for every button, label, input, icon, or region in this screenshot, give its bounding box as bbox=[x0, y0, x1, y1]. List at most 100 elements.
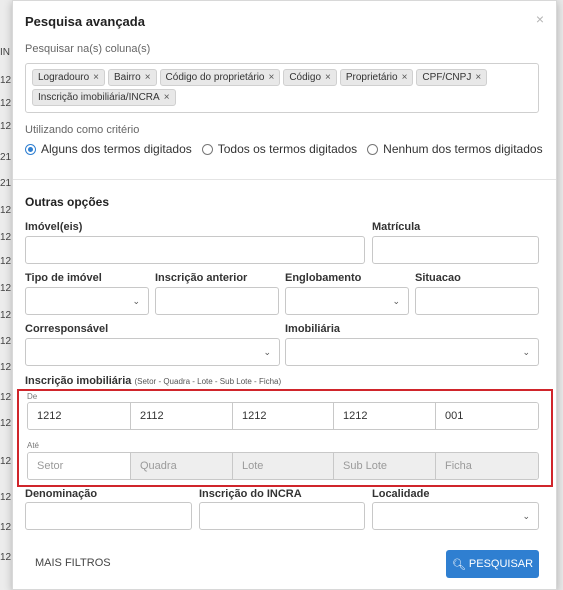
remove-tag-icon[interactable]: × bbox=[93, 72, 99, 83]
localidade-select[interactable]: ⌄ bbox=[372, 502, 539, 530]
background-cell: IN bbox=[0, 47, 10, 58]
column-tag: Inscrição imobiliária/INCRA × bbox=[32, 89, 176, 106]
radio-button[interactable] bbox=[201, 143, 213, 155]
background-cell: 12 bbox=[0, 336, 12, 347]
background-cell: 12 bbox=[0, 418, 12, 429]
inscricao-de-segment[interactable]: 2112 bbox=[131, 403, 233, 429]
inscricao-label: Inscrição imobiliária (Setor - Quadra - … bbox=[25, 375, 281, 387]
radio-button[interactable] bbox=[367, 143, 379, 155]
other-options-title: Outras opções bbox=[25, 195, 110, 209]
chevron-down-icon: ⌄ bbox=[522, 347, 530, 357]
chevron-down-icon: ⌄ bbox=[263, 347, 271, 357]
matricula-label: Matrícula bbox=[372, 221, 421, 233]
section-divider bbox=[13, 179, 556, 180]
column-tag: Código do proprietário × bbox=[159, 69, 281, 86]
criteria-radio-option[interactable]: Alguns dos termos digitados bbox=[25, 142, 192, 156]
criteria-radio-label: Todos os termos digitados bbox=[217, 142, 358, 156]
advanced-search-modal: Pesquisa avançada × Pesquisar na(s) colu… bbox=[12, 0, 557, 590]
de-label: De bbox=[27, 392, 38, 401]
background-cell: 12 bbox=[0, 121, 12, 132]
inscricao-de-segment[interactable]: 1212 bbox=[334, 403, 436, 429]
situacao-input[interactable] bbox=[415, 287, 539, 315]
radio-button[interactable] bbox=[25, 143, 36, 155]
background-cell: 12 bbox=[0, 522, 12, 533]
remove-tag-icon[interactable]: × bbox=[402, 72, 408, 83]
matricula-input[interactable] bbox=[372, 236, 539, 264]
denominacao-input[interactable] bbox=[25, 502, 192, 530]
inscricao-de-segment[interactable]: 1212 bbox=[233, 403, 334, 429]
imobiliaria-select[interactable]: ⌄ bbox=[285, 338, 539, 366]
background-cell: 12 bbox=[0, 283, 12, 294]
remove-tag-icon[interactable]: × bbox=[268, 72, 274, 83]
search-button[interactable]: 🔍︎ PESQUISAR bbox=[446, 550, 539, 578]
column-tag-label: Proprietário bbox=[345, 72, 398, 83]
criteria-radio-option[interactable]: Todos os termos digitados bbox=[201, 142, 358, 156]
background-cell: 21 bbox=[0, 178, 12, 189]
inscricao-ate-segment[interactable]: Setor bbox=[28, 453, 131, 479]
ate-label: Até bbox=[27, 441, 40, 450]
inscricao-de-row: 1212 2112 1212 1212 001 bbox=[27, 402, 539, 430]
englobamento-label: Englobamento bbox=[285, 272, 362, 284]
chevron-down-icon: ⌄ bbox=[132, 296, 140, 306]
inscricao-label-text: Inscrição imobiliária bbox=[25, 375, 132, 387]
inscricao-range-highlight: De 1212 2112 1212 1212 001 Até Setor Quadra Lo… bbox=[17, 389, 553, 487]
localidade-label: Localidade bbox=[372, 488, 430, 500]
inscricao-anterior-input[interactable] bbox=[155, 287, 279, 315]
inscricao-incra-label: Inscrição do INCRA bbox=[199, 488, 302, 500]
corresponsavel-select[interactable]: ⌄ bbox=[25, 338, 280, 366]
modal-title: Pesquisa avançada bbox=[25, 14, 145, 29]
criteria-label: Utilizando como critério bbox=[25, 124, 140, 136]
background-cell: 12 bbox=[0, 456, 12, 467]
chevron-down-icon: ⌄ bbox=[522, 511, 530, 521]
columns-label: Pesquisar na(s) coluna(s) bbox=[25, 43, 151, 55]
column-tag: Logradouro × bbox=[32, 69, 105, 86]
inscricao-de-segment[interactable]: 001 bbox=[436, 403, 538, 429]
background-cell: 12 bbox=[0, 205, 12, 216]
criteria-radio-label: Nenhum dos termos digitados bbox=[383, 142, 543, 156]
imovel-input[interactable] bbox=[25, 236, 365, 264]
column-tag-label: Bairro bbox=[114, 72, 141, 83]
inscricao-ate-segment[interactable]: Ficha bbox=[436, 453, 538, 479]
search-button-label: PESQUISAR bbox=[468, 558, 534, 570]
situacao-label: Situacao bbox=[415, 272, 461, 284]
denominacao-label: Denominação bbox=[25, 488, 98, 500]
criteria-radio-option[interactable]: Nenhum dos termos digitados bbox=[367, 142, 543, 156]
columns-tag-list: Logradouro × Bairro × Código do proprietário… bbox=[32, 69, 532, 106]
background-cell: 12 bbox=[0, 310, 12, 321]
inscricao-de-segment[interactable]: 1212 bbox=[28, 403, 131, 429]
chevron-down-icon: ⌄ bbox=[392, 296, 400, 306]
imovel-label: Imóvel(eis) bbox=[25, 221, 83, 233]
close-icon[interactable]: × bbox=[536, 11, 544, 27]
column-tag: CPF/CNPJ × bbox=[416, 69, 488, 86]
remove-tag-icon[interactable]: × bbox=[164, 92, 170, 103]
background-cell: 12 bbox=[0, 492, 12, 503]
inscricao-ate-segment[interactable]: Sub Lote bbox=[334, 453, 436, 479]
englobamento-select[interactable]: ⌄ bbox=[285, 287, 409, 315]
tipo-imovel-label: Tipo de imóvel bbox=[25, 272, 102, 284]
background-cell: 12 bbox=[0, 232, 12, 243]
corresponsavel-label: Corresponsável bbox=[25, 323, 109, 335]
columns-tag-input[interactable]: Logradouro × Bairro × Código do proprietário… bbox=[25, 63, 539, 113]
background-cell: 12 bbox=[0, 392, 12, 403]
background-cell: 12 bbox=[0, 362, 12, 373]
inscricao-incra-input[interactable] bbox=[199, 502, 365, 530]
inscricao-hint: (Setor - Quadra - Lote - Sub Lote - Fich… bbox=[134, 377, 282, 386]
background-cell: 12 bbox=[0, 98, 12, 109]
imobiliaria-label: Imobiliária bbox=[285, 323, 341, 335]
column-tag-label: Código do proprietário bbox=[165, 72, 265, 83]
criteria-radio-group: Alguns dos termos digitados Todos os term… bbox=[25, 142, 553, 156]
tipo-imovel-select[interactable]: ⌄ bbox=[25, 287, 149, 315]
inscricao-ate-segment[interactable]: Lote bbox=[233, 453, 334, 479]
remove-tag-icon[interactable]: × bbox=[475, 72, 481, 83]
column-tag: Proprietário × bbox=[339, 69, 414, 86]
more-filters-button[interactable]: MAIS FILTROS bbox=[35, 557, 111, 569]
column-tag-label: Logradouro bbox=[38, 72, 90, 83]
remove-tag-icon[interactable]: × bbox=[325, 72, 331, 83]
inscricao-ate-segment[interactable]: Quadra bbox=[131, 453, 233, 479]
column-tag-label: CPF/CNPJ bbox=[422, 72, 472, 83]
background-cell: 21 bbox=[0, 152, 12, 163]
background-cell: 12 bbox=[0, 75, 12, 86]
column-tag-label: Inscrição imobiliária/INCRA bbox=[38, 92, 160, 103]
column-tag-label: Código bbox=[289, 72, 322, 83]
remove-tag-icon[interactable]: × bbox=[145, 72, 151, 83]
